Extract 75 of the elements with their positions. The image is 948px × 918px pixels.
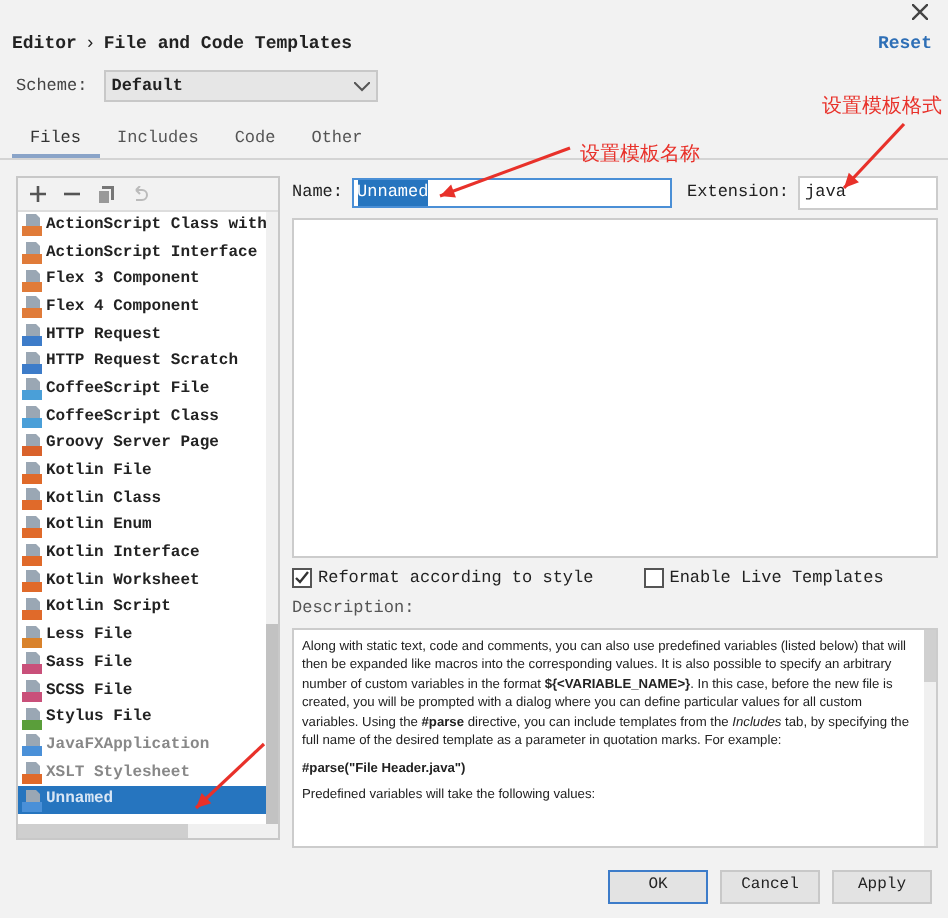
template-item[interactable]: ActionScript Interface <box>18 239 266 267</box>
dialog-button[interactable]: Cancel <box>720 869 820 904</box>
template-item[interactable]: HTTP Request <box>18 321 266 349</box>
reset-link[interactable]: Reset <box>877 32 932 60</box>
file-type-icon <box>22 762 42 785</box>
file-type-icon <box>22 680 42 703</box>
template-item[interactable]: CoffeeScript Class <box>18 403 266 431</box>
template-item[interactable]: CoffeeScript File <box>18 376 266 404</box>
tab[interactable]: Includes <box>99 124 217 158</box>
template-item[interactable]: Groovy Server Page <box>18 431 266 459</box>
scrollbar[interactable] <box>923 629 936 846</box>
file-type-icon <box>22 378 42 401</box>
template-item[interactable]: Kotlin Interface <box>18 540 266 568</box>
name-field[interactable]: Unnamed <box>351 178 672 208</box>
file-type-icon <box>22 351 42 374</box>
checkbox[interactable] <box>643 568 664 588</box>
close-icon[interactable] <box>912 4 928 20</box>
file-type-icon <box>22 570 42 593</box>
file-type-icon <box>22 625 42 648</box>
file-type-icon <box>22 597 42 620</box>
checkbox[interactable] <box>292 568 312 588</box>
name-label: Name: <box>292 180 344 206</box>
page-title: File and Code Templates <box>103 32 353 59</box>
chevron-down-icon <box>353 81 370 91</box>
scrollbar[interactable] <box>266 212 278 824</box>
tab[interactable]: Code <box>216 124 294 158</box>
reformat-label: Reformat according to style <box>318 565 594 591</box>
file-type-icon <box>22 433 42 456</box>
horizontal-scrollbar[interactable] <box>18 824 278 838</box>
file-type-icon <box>22 789 42 812</box>
template-item[interactable]: Less File <box>18 622 266 650</box>
template-item[interactable]: Kotlin Enum <box>18 513 266 541</box>
file-type-icon <box>22 734 42 757</box>
file-type-icon <box>22 269 42 292</box>
file-type-icon <box>22 296 42 319</box>
template-item[interactable]: Flex 4 Component <box>18 294 266 322</box>
breadcrumb-separator: › <box>84 32 96 59</box>
copy-icon[interactable] <box>98 185 114 203</box>
tab[interactable]: Files <box>12 124 100 158</box>
template-item[interactable]: Kotlin Script <box>18 595 266 623</box>
file-type-icon <box>22 406 42 429</box>
annotation-arrow <box>842 122 906 190</box>
file-type-icon <box>22 488 42 511</box>
file-type-icon <box>22 324 42 347</box>
live-templates-label: Enable Live Templates <box>669 565 884 591</box>
scheme-label: Scheme: <box>16 73 88 99</box>
template-item[interactable]: ActionScript Class with <box>18 212 266 240</box>
dialog-button[interactable]: OK <box>608 869 708 904</box>
annotation-arrow <box>439 146 571 198</box>
file-type-icon <box>22 461 42 484</box>
file-type-icon <box>22 214 42 237</box>
template-item[interactable]: Kotlin Class <box>18 485 266 514</box>
file-type-icon <box>22 515 42 538</box>
scheme-dropdown[interactable]: Default <box>103 70 378 102</box>
file-type-icon <box>22 707 42 730</box>
tab[interactable]: Other <box>293 124 381 158</box>
file-type-icon <box>22 652 42 675</box>
template-item[interactable]: Stylus File <box>18 704 266 733</box>
template-item[interactable]: Sass File <box>18 650 266 678</box>
annotation-label: 设置模板格式 <box>822 98 942 118</box>
annotation-label: 设置模板名称 <box>580 146 700 166</box>
extension-label: Extension: <box>687 180 790 206</box>
template-item[interactable]: Kotlin File <box>18 458 266 486</box>
template-item[interactable]: Kotlin Worksheet <box>18 567 266 596</box>
template-item[interactable]: Unnamed <box>18 786 266 815</box>
description-label: Description: <box>292 596 417 622</box>
template-item[interactable]: HTTP Request Scratch <box>18 348 266 377</box>
file-type-icon <box>22 543 42 566</box>
file-type-icon <box>22 242 42 265</box>
dialog-button[interactable]: Apply <box>832 869 932 904</box>
template-item[interactable]: Flex 3 Component <box>18 266 266 295</box>
extension-field[interactable]: java <box>797 176 938 210</box>
template-item[interactable]: SCSS File <box>18 677 266 705</box>
breadcrumb-item[interactable]: Editor <box>12 32 77 60</box>
add-icon[interactable] <box>30 186 46 202</box>
